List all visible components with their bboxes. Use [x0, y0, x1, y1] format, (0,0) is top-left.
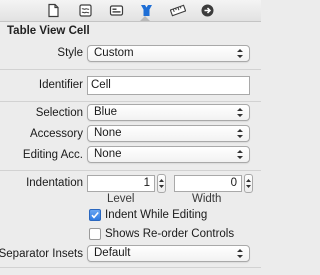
section-title: Table View Cell	[7, 25, 90, 37]
indentation-level-stepper[interactable]	[157, 174, 166, 193]
file-icon[interactable]	[46, 3, 61, 18]
accessory-label: Accessory	[29, 128, 83, 140]
connections-icon[interactable]	[200, 3, 215, 18]
indentation-width-stepper[interactable]	[244, 174, 253, 193]
indentation-level-label: Level	[107, 193, 135, 205]
identifier-field[interactable]: Cell	[87, 76, 250, 95]
separator-insets-label: Separator Insets	[0, 248, 83, 260]
indentation-level-field[interactable]: 1	[87, 175, 155, 192]
size-ruler-icon[interactable]	[170, 3, 186, 18]
shows-reorder-controls-checkbox[interactable]	[89, 228, 101, 240]
inspector-toolbar	[0, 0, 261, 22]
indent-while-editing-checkbox[interactable]	[89, 209, 101, 221]
style-popup[interactable]: Custom	[87, 45, 250, 62]
selected-tab-indicator	[140, 16, 150, 21]
identifier-value: Cell	[91, 79, 111, 91]
accessory-value: None	[94, 127, 122, 139]
indentation-width-field[interactable]: 0	[174, 175, 242, 192]
separator-insets-value: Default	[94, 247, 131, 259]
editing-accessory-popup[interactable]: None	[87, 146, 250, 163]
identifier-label: Identifier	[38, 79, 83, 91]
selection-label: Selection	[35, 107, 83, 119]
style-value: Custom	[94, 47, 134, 59]
popup-arrows-icon	[237, 150, 243, 159]
divider	[0, 69, 261, 70]
selection-value: Blue	[94, 106, 118, 118]
editing-accessory-value: None	[94, 148, 122, 160]
selection-popup[interactable]: Blue	[87, 104, 250, 121]
checkmark-icon	[91, 211, 99, 219]
indentation-width-value: 0	[230, 177, 237, 189]
indentation-width-label: Width	[192, 193, 222, 205]
divider	[0, 267, 261, 268]
popup-arrows-icon	[237, 49, 243, 58]
indentation-level-value: 1	[143, 177, 150, 189]
identity-icon[interactable]	[109, 3, 124, 18]
indentation-label: Indentation	[26, 177, 83, 189]
separator-insets-popup[interactable]: Default	[87, 245, 250, 262]
editing-accessory-label: Editing Acc.	[22, 149, 83, 161]
popup-arrows-icon	[237, 249, 243, 258]
divider	[0, 101, 261, 102]
popup-arrows-icon	[237, 129, 243, 138]
indent-while-editing-label: Indent While Editing	[105, 209, 208, 221]
quick-help-icon[interactable]	[78, 3, 93, 18]
popup-arrows-icon	[237, 108, 243, 117]
divider	[0, 170, 261, 171]
style-label: Style	[57, 47, 83, 59]
accessory-popup[interactable]: None	[87, 125, 250, 142]
shows-reorder-controls-label: Shows Re-order Controls	[105, 228, 235, 240]
